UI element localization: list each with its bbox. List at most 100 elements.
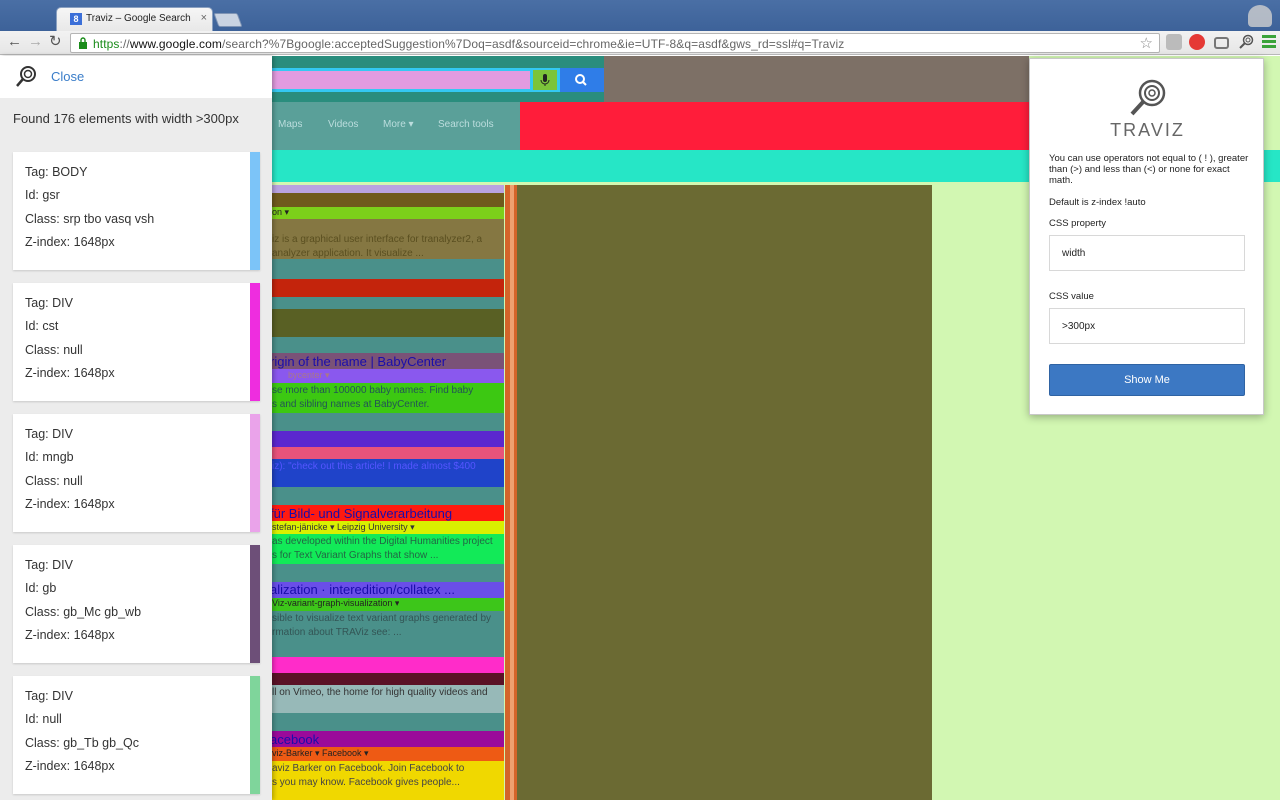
url-separator: :// — [119, 37, 130, 51]
result-band — [272, 487, 504, 505]
bookmark-star-icon[interactable]: ☆ — [1140, 34, 1153, 52]
browser-tab[interactable]: 8 Traviz – Google Search × — [56, 7, 213, 31]
result-band — [272, 259, 504, 279]
result-snippet: aviz Barker on Facebook. Join Facebook t… — [272, 763, 465, 774]
cast-icon[interactable] — [1214, 37, 1229, 49]
card-id: Id: gsr — [25, 188, 60, 202]
card-tag: Tag: DIV — [25, 427, 73, 441]
result-title-link[interactable]: alization · interedition/collatex ... — [270, 582, 455, 597]
result-snippet: analyzer application. It visualize ... — [272, 248, 424, 259]
search-button-icon[interactable] — [560, 68, 604, 92]
card-color-stripe — [250, 283, 260, 401]
card-tag: Tag: DIV — [25, 689, 73, 703]
result-cite-band — [272, 207, 504, 219]
incognito-icon — [1248, 5, 1272, 27]
address-bar[interactable]: https://www.google.com/search?%7Bgoogle:… — [70, 33, 1160, 53]
result-snippet: iz): "check out this article! I made alm… — [272, 461, 476, 472]
traviz-logo-icon — [1130, 79, 1166, 116]
result-band — [272, 185, 504, 193]
mic-icon[interactable] — [533, 70, 557, 90]
card-class: Class: gb_Tb gb_Qc — [25, 736, 139, 750]
card-id: Id: null — [25, 712, 62, 726]
card-class: Class: srp tbo vasq vsh — [25, 212, 155, 226]
traviz-logo-icon — [16, 66, 36, 87]
card-tag: Tag: BODY — [25, 165, 88, 179]
result-title-link[interactable]: für Bild- und Signalverarbeitung — [270, 506, 452, 521]
popup-description: You can use operators not equal to ( ! )… — [1049, 153, 1249, 186]
card-class: Class: null — [25, 343, 83, 357]
result-band — [272, 297, 504, 309]
forward-arrow-icon[interactable]: → — [28, 34, 43, 50]
header-band — [272, 56, 604, 68]
result-cite: Viz-variant-graph-visualization ▾ — [272, 598, 400, 608]
element-card[interactable]: Tag: DIV Id: cst Class: null Z-index: 16… — [13, 283, 260, 401]
google-favicon-icon: 8 — [70, 13, 82, 25]
result-band — [272, 413, 504, 431]
found-count: Found 176 elements with width >300px — [13, 111, 239, 126]
result-title-link[interactable]: rigin of the name | BabyCenter — [270, 354, 446, 369]
card-zindex: Z-index: 1648px — [25, 497, 115, 511]
back-arrow-icon[interactable]: ← — [7, 34, 22, 50]
result-band — [272, 673, 504, 685]
search-input-highlight[interactable] — [272, 71, 530, 89]
element-card[interactable]: Tag: BODY Id: gsr Class: srp tbo vasq vs… — [13, 152, 260, 270]
opera-extension-icon[interactable] — [1189, 34, 1205, 50]
browser-toolbar: ← → ↻ https://www.google.com/search?%7Bg… — [0, 31, 1280, 55]
result-snippet: ll on Vimeo, the home for high quality v… — [272, 687, 488, 698]
card-color-stripe — [250, 414, 260, 532]
result-cite: viz-Barker ▾ Facebook ▾ — [272, 748, 369, 758]
result-title-link[interactable]: acebook — [270, 732, 319, 747]
css-property-label: CSS property — [1049, 218, 1107, 229]
result-snippet: sible to visualize text variant graphs g… — [272, 613, 492, 624]
traviz-popup: TRAVIZ You can use operators not equal t… — [1029, 58, 1264, 415]
traviz-extension-icon[interactable] — [1238, 34, 1254, 50]
card-color-stripe — [250, 545, 260, 663]
result-band — [272, 279, 504, 297]
chrome-menu-icon[interactable] — [1262, 34, 1276, 50]
result-snippet: s and sibling names at BabyCenter. — [272, 399, 430, 410]
css-value-input[interactable] — [1049, 308, 1245, 344]
traviz-sidebar: Close Found 176 elements with width >300… — [0, 56, 272, 800]
card-class: Class: gb_Mc gb_wb — [25, 605, 142, 619]
popup-title: TRAVIZ — [1110, 120, 1185, 140]
result-band — [272, 431, 504, 447]
header-strip — [272, 92, 604, 102]
result-snippet: se more than 100000 baby names. Find bab… — [272, 385, 474, 396]
tab-close-icon[interactable]: × — [201, 12, 207, 24]
reload-icon[interactable]: ↻ — [49, 34, 62, 50]
result-band — [272, 309, 504, 337]
close-button[interactable]: Close — [51, 69, 84, 84]
show-me-button[interactable]: Show Me — [1049, 364, 1245, 396]
lock-icon — [79, 37, 87, 49]
column-divider-inner — [510, 185, 514, 800]
new-tab-button[interactable] — [213, 13, 243, 27]
result-cite: bycenter ▾ — [288, 370, 330, 380]
result-cite: stefan-jänicke ▾ Leipzig University ▾ — [272, 522, 415, 532]
card-color-stripe — [250, 152, 260, 270]
extension-off-icon[interactable] — [1166, 34, 1182, 50]
nav-right-block — [520, 102, 1029, 150]
nav-videos[interactable]: Videos — [328, 119, 358, 130]
result-band — [272, 447, 504, 459]
card-id: Id: cst — [25, 319, 59, 333]
nav-search-tools[interactable]: Search tools — [438, 119, 494, 130]
result-snippet: as developed within the Digital Humaniti… — [272, 536, 493, 547]
card-zindex: Z-index: 1648px — [25, 366, 115, 380]
card-id: Id: mngb — [25, 450, 74, 464]
nav-more[interactable]: More ▾ — [383, 119, 414, 130]
element-card[interactable]: Tag: DIV Id: null Class: gb_Tb gb_Qc Z-i… — [13, 676, 260, 794]
result-band — [272, 657, 504, 673]
nav-maps[interactable]: Maps — [278, 119, 302, 130]
url-path: /search?%7Bgoogle:acceptedSuggestion%7Do… — [221, 37, 845, 51]
card-color-stripe — [250, 676, 260, 794]
result-band — [272, 337, 504, 353]
card-class: Class: null — [25, 474, 83, 488]
css-value-label: CSS value — [1049, 291, 1094, 302]
element-card[interactable]: Tag: DIV Id: gb Class: gb_Mc gb_wb Z-ind… — [13, 545, 260, 663]
element-card[interactable]: Tag: DIV Id: mngb Class: null Z-index: 1… — [13, 414, 260, 532]
popup-default-text: Default is z-index !auto — [1049, 197, 1146, 208]
card-zindex: Z-index: 1648px — [25, 628, 115, 642]
result-cite: on ▾ — [272, 207, 290, 217]
css-property-input[interactable] — [1049, 235, 1245, 271]
sidebar-header: Close — [0, 56, 272, 98]
